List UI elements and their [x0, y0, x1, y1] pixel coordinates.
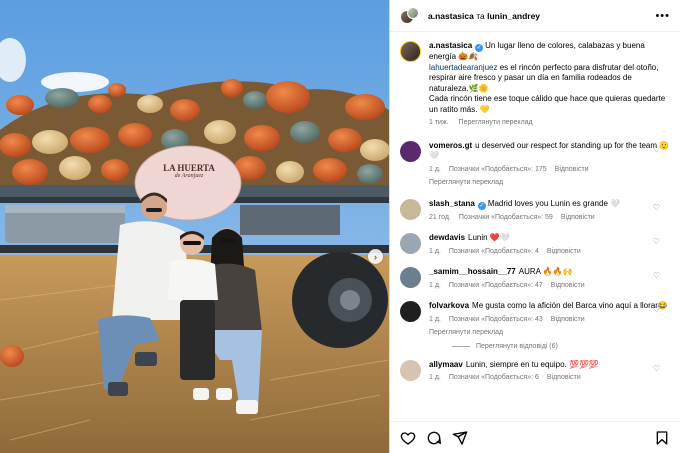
collab-avatars[interactable] — [400, 6, 420, 25]
likes-count[interactable]: Позначки «Подобається»: 175 — [449, 166, 547, 173]
huerta-sign: LA HUERTA de Aranjuez — [160, 163, 218, 179]
likes-count[interactable]: Позначки «Подобається»: 43 — [449, 316, 543, 323]
comment-icon[interactable] — [426, 430, 442, 446]
translate-link[interactable]: Переглянути переклад — [429, 178, 670, 189]
comment-username[interactable]: vomeros.gt — [429, 141, 472, 150]
post-photo: LA HUERTA de Aranjuez › — [0, 0, 389, 453]
avatar[interactable] — [400, 233, 421, 254]
translate-link[interactable]: Переглянути переклад — [429, 328, 670, 339]
comment: vomeros.gt u deserved our respect for sta… — [400, 140, 670, 189]
comment-heart-icon[interactable]: ♡ — [653, 237, 660, 246]
likes-count[interactable]: Позначки «Подобається»: 47 — [449, 282, 543, 289]
avatar[interactable] — [400, 41, 421, 62]
comment-heart-icon[interactable]: ♡ — [653, 305, 660, 314]
comment-username[interactable]: slash_stana — [429, 199, 475, 208]
timestamp: 1 д. — [429, 374, 441, 381]
timestamp: 1 тиж. — [429, 119, 449, 126]
comments-scroll[interactable]: a.nastasica ✓ Un lugar lleno de colores, c… — [390, 33, 680, 421]
comment: slash_stana ✓ Madrid loves you Lunin es gr… — [400, 198, 670, 224]
verified-icon: ✓ — [477, 201, 486, 210]
sign-subtitle: de Aranjuez — [174, 173, 204, 179]
bookmark-icon[interactable] — [654, 430, 670, 446]
sign-title: LA HUERTA — [163, 163, 215, 173]
photo-scene — [0, 0, 389, 453]
action-bar — [390, 421, 680, 453]
comment-meta: 1 д. Позначки «Подобається»: 6 Відповісти — [429, 373, 670, 384]
avatar[interactable] — [400, 301, 421, 322]
verified-icon: ✓ — [475, 44, 484, 52]
avatar[interactable] — [400, 198, 421, 220]
comment-heart-icon[interactable]: ♡ — [653, 203, 660, 212]
timestamp: 1 д. — [429, 165, 441, 173]
comment: allymaav Lunin, siempre en tu equipo. 💯💯💯… — [400, 359, 670, 384]
comment-text: AURA 🔥🔥🙌 — [518, 267, 573, 276]
reply-link[interactable]: Відповісти — [561, 214, 595, 221]
view-replies-label: Переглянути відповіді (6) — [476, 342, 558, 350]
caption-text: Cada rincón tiene ese toque cálido que h… — [429, 94, 666, 114]
likes-count[interactable]: Позначки «Подобається»: 6 — [449, 374, 539, 381]
caption-meta: 1 тиж. Переглянути переклад — [429, 118, 670, 129]
heart-icon[interactable] — [400, 430, 416, 446]
avatar[interactable] — [400, 267, 421, 288]
timestamp: 1 д. — [429, 315, 441, 323]
view-replies-link[interactable]: Переглянути відповіді (6) — [452, 343, 670, 350]
comment-heart-icon[interactable]: ♡ — [653, 271, 660, 280]
comment-username[interactable]: dewdavis — [429, 233, 465, 242]
mention-link[interactable]: lahuertadearanjuez — [429, 63, 498, 72]
comment-meta: 1 д. Позначки «Подобається»: 43 Відповісти — [429, 315, 670, 326]
post-authors: a.nastasica та lunin_andrey — [428, 11, 540, 21]
comment-username[interactable]: _samim__hossain__77 — [429, 267, 516, 276]
timestamp: 1 д. — [429, 247, 441, 255]
avatar[interactable] — [400, 359, 421, 381]
replies-divider — [452, 345, 470, 347]
likes-count[interactable]: Позначки «Подобається»: 4 — [449, 248, 539, 255]
share-icon[interactable] — [452, 430, 468, 446]
reply-link[interactable]: Відповісти — [547, 374, 581, 381]
avatar[interactable] — [400, 140, 421, 162]
comment-text: Lunin ❤️🤍 — [468, 233, 510, 242]
translate-link[interactable]: Переглянути переклад — [459, 119, 533, 126]
comment: folvarkova Me gusta como la afición del B… — [400, 301, 670, 339]
comment-text: Me gusta como la afición del Barca vino … — [472, 301, 668, 310]
likes-count[interactable]: Позначки «Подобається»: 59 — [459, 214, 553, 221]
next-photo-button[interactable]: › — [368, 249, 383, 264]
reply-link[interactable]: Відповісти — [551, 282, 585, 289]
comment-meta: 1 д. Позначки «Подобається»: 175 Відповіст… — [429, 165, 670, 176]
comment-text: Lunin, siempre en tu equipo. 💯💯💯 — [465, 359, 599, 369]
comment: _samim__hossain__77 AURA 🔥🔥🙌 1 д. Позначки … — [400, 267, 670, 291]
authors-separator: та — [476, 10, 485, 21]
reply-link[interactable]: Відповісти — [551, 316, 585, 323]
comment-username[interactable]: allymaav — [429, 360, 463, 369]
comment-username[interactable]: folvarkova — [429, 301, 469, 310]
author-link[interactable]: a.nastasica — [428, 11, 474, 21]
avatar — [407, 6, 419, 19]
comment-heart-icon[interactable]: ♡ — [653, 145, 660, 154]
timestamp: 21 год. — [429, 213, 451, 221]
post-header: a.nastasica та lunin_andrey ••• — [390, 0, 680, 32]
caption-username[interactable]: a.nastasica — [429, 41, 472, 50]
chevron-right-icon: › — [374, 251, 377, 262]
comment: dewdavis Lunin ❤️🤍 1 д. Позначки «Подобаєть… — [400, 233, 670, 257]
comment-meta: 1 д. Позначки «Подобається»: 47 Відповісти — [429, 281, 670, 292]
comment-heart-icon[interactable]: ♡ — [653, 364, 660, 373]
post-panel: a.nastasica та lunin_andrey ••• a.nastas… — [389, 0, 680, 453]
timestamp: 1 д. — [429, 281, 441, 289]
caption: a.nastasica ✓ Un lugar lleno de colores, c… — [400, 41, 670, 129]
comment-text: Madrid loves you Lunin es grande 🤍 — [487, 198, 621, 208]
comment-meta: 1 д. Позначки «Подобається»: 4 Відповісти — [429, 247, 670, 258]
author-link[interactable]: lunin_andrey — [487, 11, 540, 21]
more-horizontal-icon[interactable]: ••• — [655, 10, 670, 22]
comment-meta: 21 год. Позначки «Подобається»: 59 Відпові… — [429, 213, 670, 224]
reply-link[interactable]: Відповісти — [555, 166, 589, 173]
reply-link[interactable]: Відповісти — [547, 248, 581, 255]
